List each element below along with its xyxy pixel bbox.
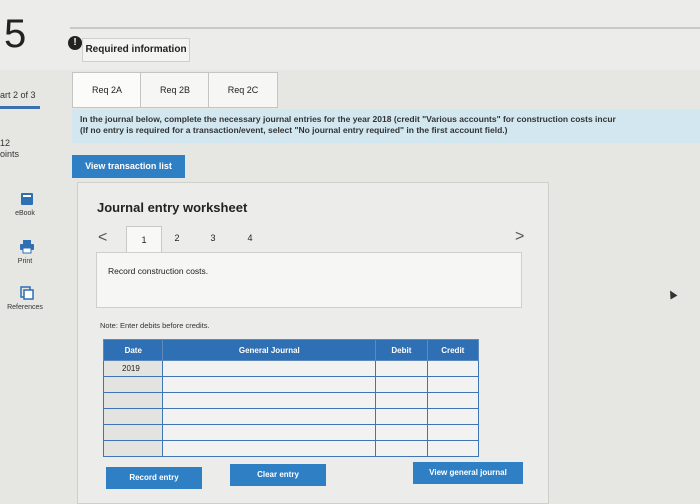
instructions-box: In the journal below, complete the neces…: [72, 109, 700, 143]
next-page-icon[interactable]: >: [515, 228, 524, 246]
points-label: oints: [0, 149, 20, 159]
table-row: [102, 392, 480, 409]
instructions-line-2: (If no entry is required for a transacti…: [80, 125, 508, 135]
account-cell[interactable]: [162, 360, 377, 377]
journal-table: Date General Journal Debit Credit 2019: [102, 339, 480, 457]
points-indicator: 12 oints: [0, 138, 19, 160]
date-cell: 2019: [102, 360, 164, 377]
table-row: 2019: [102, 360, 480, 377]
debit-cell[interactable]: [375, 424, 428, 441]
credit-cell[interactable]: [426, 360, 480, 377]
account-cell[interactable]: [162, 424, 377, 441]
sidebar-item-references[interactable]: References: [0, 284, 50, 316]
debit-cell[interactable]: [375, 360, 428, 377]
account-cell[interactable]: [162, 392, 377, 409]
copy-icon: [20, 286, 34, 300]
date-cell: [102, 408, 164, 425]
credit-cell[interactable]: [426, 440, 480, 457]
page-4-button[interactable]: 4: [242, 233, 258, 243]
transaction-description-box: [96, 252, 522, 308]
book-icon: [21, 193, 33, 205]
clear-entry-button[interactable]: Clear entry: [230, 464, 326, 486]
mouse-cursor-icon: [666, 288, 678, 300]
debit-cell[interactable]: [375, 408, 428, 425]
page-3-button[interactable]: 3: [205, 233, 221, 243]
alert-icon: !: [68, 36, 82, 50]
printer-icon: [20, 240, 34, 254]
credit-cell[interactable]: [426, 408, 480, 425]
table-row: [102, 376, 480, 393]
sidebar-item-label: eBook: [15, 210, 35, 217]
credit-cell[interactable]: [426, 376, 480, 393]
debit-cell[interactable]: [375, 440, 428, 457]
transaction-description: Record construction costs.: [108, 266, 209, 276]
date-cell: [102, 392, 164, 409]
question-number: 5: [4, 12, 27, 56]
sidebar-item-label: Print: [17, 258, 33, 265]
view-general-journal-button[interactable]: View general journal: [413, 462, 523, 484]
column-header-debit: Debit: [375, 339, 428, 361]
top-divider: [70, 27, 700, 29]
record-entry-button[interactable]: Record entry: [106, 467, 202, 489]
points-value: 12: [0, 138, 11, 148]
sidebar-item-label: References: [7, 304, 43, 311]
tab-req-2c[interactable]: Req 2C: [208, 72, 278, 108]
page-1-button[interactable]: 1: [126, 226, 162, 254]
sidebar-item-ebook[interactable]: eBook: [0, 190, 50, 222]
tab-req-2b[interactable]: Req 2B: [140, 72, 210, 108]
column-header-date: Date: [102, 339, 164, 361]
table-row: [102, 440, 480, 457]
date-cell: [102, 424, 164, 441]
column-header-general-journal: General Journal: [162, 339, 377, 361]
journal-table-header: Date General Journal Debit Credit: [102, 339, 480, 361]
sidebar-item-print[interactable]: Print: [0, 238, 50, 270]
tab-req-2a[interactable]: Req 2A: [72, 72, 142, 108]
worksheet-title: Journal entry worksheet: [97, 200, 248, 215]
page-2-button[interactable]: 2: [169, 233, 185, 243]
view-transaction-list-button[interactable]: View transaction list: [72, 155, 185, 178]
table-row: [102, 408, 480, 425]
date-cell: [102, 376, 164, 393]
table-row: [102, 424, 480, 441]
required-information-button[interactable]: Required information: [82, 38, 190, 62]
debit-cell[interactable]: [375, 392, 428, 409]
credit-cell[interactable]: [426, 392, 480, 409]
account-cell[interactable]: [162, 440, 377, 457]
debit-credit-note: Note: Enter debits before credits.: [100, 321, 210, 330]
part-progress-bar: [0, 106, 40, 109]
debit-cell[interactable]: [375, 376, 428, 393]
account-cell[interactable]: [162, 376, 377, 393]
previous-page-icon[interactable]: <: [98, 229, 107, 247]
date-cell: [102, 440, 164, 457]
account-cell[interactable]: [162, 408, 377, 425]
column-header-credit: Credit: [426, 339, 480, 361]
part-indicator: art 2 of 3: [0, 90, 36, 100]
credit-cell[interactable]: [426, 424, 480, 441]
instructions-line-1: In the journal below, complete the neces…: [80, 114, 616, 124]
